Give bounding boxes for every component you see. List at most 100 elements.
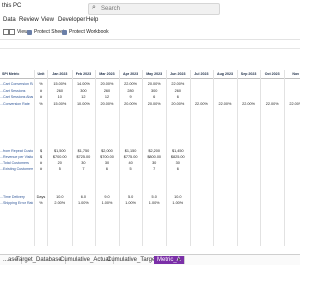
table-cell[interactable]: 30 bbox=[166, 161, 190, 165]
row-unit[interactable]: % bbox=[35, 201, 47, 205]
row-unit[interactable]: Days bbox=[35, 195, 47, 199]
table-cell[interactable]: 10.0 bbox=[48, 195, 72, 199]
table-cell[interactable]: 7 bbox=[142, 167, 166, 171]
ribbon-toolbar: View Protect Sheet Protect Workbook bbox=[0, 27, 300, 40]
table-cell[interactable]: 6 bbox=[142, 95, 166, 99]
table-cell[interactable]: $700.00 bbox=[48, 155, 72, 159]
table-cell[interactable]: 1.00% bbox=[166, 201, 190, 205]
menu-bar: Data Review View Developer Help bbox=[0, 16, 300, 26]
table-cell[interactable]: 20.00% bbox=[142, 102, 166, 106]
table-cell[interactable]: 300 bbox=[72, 89, 96, 93]
table-cell[interactable]: 22.00% bbox=[190, 102, 214, 106]
table-cell[interactable]: 10.00% bbox=[72, 102, 96, 106]
table-cell[interactable]: 12 bbox=[72, 95, 96, 99]
menu-data[interactable]: Data bbox=[3, 17, 16, 23]
table-cell[interactable]: 10 bbox=[48, 95, 72, 99]
table-cell[interactable]: $775.00 bbox=[119, 155, 143, 159]
search-box[interactable]: ⌕ Search bbox=[88, 3, 220, 15]
table-cell[interactable]: 14.00% bbox=[72, 82, 96, 86]
table-cell[interactable]: $1,500 bbox=[48, 149, 72, 153]
table-cell[interactable]: 5.0 bbox=[142, 195, 166, 199]
row-unit[interactable]: # bbox=[35, 95, 47, 99]
table-cell[interactable]: $800.00 bbox=[142, 155, 166, 159]
table-cell[interactable]: 20.00% bbox=[95, 82, 119, 86]
header-metric: SPI Metric bbox=[2, 72, 20, 76]
tab-cumulative-target[interactable]: Cumulative_Target bbox=[104, 256, 162, 264]
table-cell[interactable]: 260 bbox=[48, 89, 72, 93]
table-cell[interactable]: 1.00% bbox=[142, 201, 166, 205]
table-cell[interactable]: 260 bbox=[95, 89, 119, 93]
table-cell[interactable]: 6.0 bbox=[72, 195, 96, 199]
table-cell[interactable]: 5 bbox=[48, 167, 72, 171]
row-unit[interactable]: # bbox=[35, 161, 47, 165]
table-cell[interactable]: 1.00% bbox=[95, 201, 119, 205]
table-cell[interactable]: 22.00% bbox=[213, 102, 237, 106]
row-label: ...Shipping Error Rate bbox=[0, 201, 33, 205]
table-cell[interactable]: 20 bbox=[48, 161, 72, 165]
table-cell[interactable]: $825.00 bbox=[166, 155, 190, 159]
table-cell[interactable]: 7 bbox=[72, 167, 96, 171]
tab-scroll-right-icon[interactable]: ▸ bbox=[178, 256, 181, 263]
header-month: Aug 2023 bbox=[216, 72, 233, 76]
menu-help[interactable]: Help bbox=[86, 17, 98, 23]
table-cell[interactable]: 5 bbox=[119, 167, 143, 171]
table-cell[interactable]: $2,000 bbox=[95, 149, 119, 153]
table-cell[interactable]: 22.00% bbox=[119, 82, 143, 86]
table-cell[interactable]: 22.00% bbox=[166, 82, 190, 86]
table-cell[interactable]: 2.00% bbox=[48, 201, 72, 205]
row-unit[interactable]: # bbox=[35, 167, 47, 171]
row-unit[interactable]: # bbox=[35, 89, 47, 93]
formula-bar[interactable] bbox=[0, 40, 300, 49]
protect-sheet-button[interactable]: Protect Sheet bbox=[27, 29, 64, 35]
table-cell[interactable]: 12 bbox=[95, 95, 119, 99]
table-cell[interactable]: 6 bbox=[166, 95, 190, 99]
table-cell[interactable]: 300 bbox=[142, 89, 166, 93]
row-label: ...Existing Customers bbox=[0, 167, 33, 171]
column-divider bbox=[284, 70, 285, 246]
table-cell[interactable]: 22.00% bbox=[284, 102, 300, 106]
menu-review[interactable]: Review bbox=[19, 17, 39, 23]
table-cell[interactable]: 15.00% bbox=[48, 82, 72, 86]
table-cell[interactable]: 15.00% bbox=[48, 102, 72, 106]
menu-developer[interactable]: Developer bbox=[58, 17, 85, 23]
table-cell[interactable]: 20.00% bbox=[95, 102, 119, 106]
table-cell[interactable]: 20.00% bbox=[142, 82, 166, 86]
row-unit[interactable]: % bbox=[35, 102, 47, 106]
table-cell[interactable]: 20.00% bbox=[119, 102, 143, 106]
header-month: Feb 2023 bbox=[75, 72, 92, 76]
table-cell[interactable]: 280 bbox=[119, 89, 143, 93]
table-cell[interactable]: 22.00% bbox=[260, 102, 284, 106]
protect-workbook-button[interactable]: Protect Workbook bbox=[62, 29, 109, 35]
table-cell[interactable]: 1.00% bbox=[119, 201, 143, 205]
table-cell[interactable]: 6 bbox=[95, 167, 119, 171]
menu-view[interactable]: View bbox=[41, 17, 54, 23]
table-cell[interactable]: $700.00 bbox=[95, 155, 119, 159]
table-cell[interactable]: 5.0 bbox=[119, 195, 143, 199]
header-month: Apr 2023 bbox=[123, 72, 139, 76]
table-cell[interactable]: 20.00% bbox=[166, 102, 190, 106]
table-cell[interactable]: 30 bbox=[95, 161, 119, 165]
table-cell[interactable]: 40 bbox=[119, 161, 143, 165]
table-cell[interactable]: 30 bbox=[72, 161, 96, 165]
row-unit[interactable]: % bbox=[35, 82, 47, 86]
header-month: Oct 2023 bbox=[264, 72, 280, 76]
spreadsheet-grid[interactable]: SPI Metric Unit Jan 2023 Feb 2023 Mar 2023… bbox=[0, 54, 300, 248]
header-month: Nov bbox=[292, 72, 300, 76]
table-cell[interactable]: 22.00% bbox=[237, 102, 261, 106]
view-button[interactable]: View bbox=[9, 29, 28, 35]
table-cell[interactable]: $1,750 bbox=[72, 149, 96, 153]
table-cell[interactable]: 9.0 bbox=[95, 195, 119, 199]
table-cell[interactable]: $1,450 bbox=[166, 149, 190, 153]
table-cell[interactable]: 30 bbox=[142, 161, 166, 165]
header-month: May 2023 bbox=[146, 72, 163, 76]
table-cell[interactable]: $1,150 bbox=[119, 149, 143, 153]
table-cell[interactable]: 9 bbox=[119, 95, 143, 99]
row-unit[interactable]: $ bbox=[35, 155, 47, 159]
table-cell[interactable]: $2,200 bbox=[142, 149, 166, 153]
row-unit[interactable]: $ bbox=[35, 149, 47, 153]
table-cell[interactable]: 1.00% bbox=[72, 201, 96, 205]
table-cell[interactable]: 10.0 bbox=[166, 195, 190, 199]
table-cell[interactable]: $725.00 bbox=[72, 155, 96, 159]
table-cell[interactable]: 6 bbox=[166, 167, 190, 171]
table-cell[interactable]: 260 bbox=[166, 89, 190, 93]
